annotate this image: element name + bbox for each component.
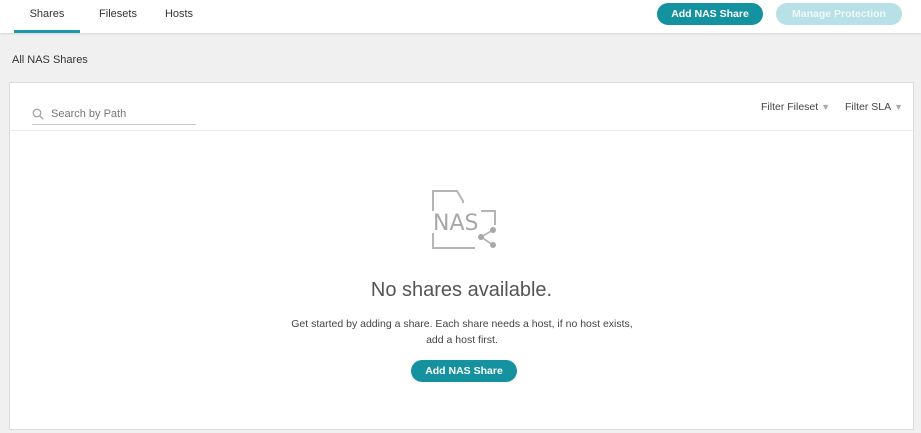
top-nav-bar: Shares Filesets Hosts Add NAS Share Mana… [0, 0, 921, 33]
tab-shares[interactable]: Shares [14, 0, 80, 33]
empty-state-description: Get started by adding a share. Each shar… [291, 318, 633, 346]
nas-share-icon: NAS [432, 190, 496, 249]
search-bar [32, 105, 196, 125]
search-input[interactable] [51, 105, 193, 123]
add-nas-share-button[interactable]: Add NAS Share [411, 360, 517, 382]
chevron-down-icon: ▼ [894, 102, 904, 112]
shares-card: Filter Fileset▼ Filter SLA▼ NAS No share… [9, 82, 914, 430]
search-icon [32, 108, 44, 120]
divider [10, 130, 913, 131]
tab-hosts[interactable]: Hosts [153, 0, 205, 33]
filter-fileset-dropdown[interactable]: Filter Fileset ▼ [761, 101, 830, 113]
filter-sla-label: Filter SLA [845, 101, 892, 113]
chevron-down-icon: ▼ [821, 102, 831, 112]
add-nas-share-header-button[interactable]: Add NAS Share [657, 3, 763, 25]
empty-state-title: No shares available. [370, 279, 553, 301]
filter-sla-dropdown[interactable]: Filter SLA ▼ [845, 101, 903, 113]
tab-filesets[interactable]: Filesets [92, 0, 144, 33]
nas-icon-text: NAS [433, 211, 478, 236]
filter-fileset-label: Filter Fileset [761, 101, 819, 113]
manage-protection-button[interactable]: Manage Protection [776, 3, 902, 25]
page-title: All NAS Shares [12, 54, 88, 66]
